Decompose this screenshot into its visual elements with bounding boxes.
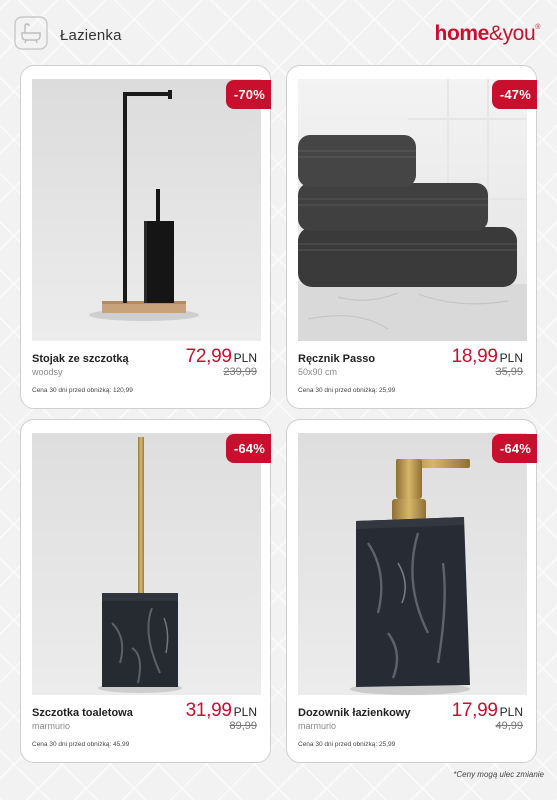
lowest-price-note: Cena 30 dni przed obniżką: 25,99 [298, 387, 396, 394]
page-title: Łazienka [60, 27, 122, 44]
discount-badge: -64% [225, 434, 271, 463]
product-price: 72,99 PLN [186, 346, 257, 368]
product-variant: marmurio [298, 721, 337, 731]
product-image[interactable] [32, 433, 261, 695]
lowest-price-note: Cena 30 dni przed obniżką: 45,99 [32, 741, 130, 748]
product-variant: woodsy [32, 367, 63, 377]
price-current: 72,99 [185, 346, 232, 367]
lowest-price-note: Cena 30 dni przed obniżką: 120,99 [32, 387, 133, 394]
price-old: 35,99 [495, 366, 523, 378]
brand-logo-home: home [434, 22, 490, 45]
product-variant: 50x90 cm [298, 367, 338, 377]
product-name[interactable]: Stojak ze szczotką [32, 353, 129, 365]
page-header: Łazienka home&you® [0, 0, 557, 64]
price-currency: PLN [233, 705, 257, 719]
price-disclaimer: *Ceny mogą ulec zmianie [453, 770, 544, 779]
price-current: 17,99 [451, 700, 498, 721]
price-old: 49,99 [495, 720, 523, 732]
price-current: 18,99 [451, 346, 498, 367]
product-image[interactable] [32, 79, 261, 341]
product-price: 17,99 PLN [452, 700, 523, 722]
product-name[interactable]: Ręcznik Passo [298, 353, 375, 365]
product-card[interactable]: -64% Dozownik łazienkowy marmurio 17,99 P… [286, 419, 537, 763]
bathtub-icon [14, 16, 48, 50]
brand-logo-mark: ® [535, 24, 540, 31]
product-price: 18,99 PLN [452, 346, 523, 368]
brand-logo-you: &you [488, 22, 536, 45]
product-card[interactable]: -70% Stojak ze szczotką woodsy 72,99 PLN … [20, 65, 271, 409]
brand-logo[interactable]: home&you® [434, 22, 541, 46]
discount-badge: -70% [225, 80, 271, 109]
product-image[interactable] [298, 79, 527, 341]
price-currency: PLN [233, 351, 257, 365]
product-card[interactable]: -64% Szczotka toaletowa marmurio 31,99 PL… [20, 419, 271, 763]
product-price: 31,99 PLN [186, 700, 257, 722]
product-name[interactable]: Dozownik łazienkowy [298, 707, 410, 719]
product-variant: marmurio [32, 721, 71, 731]
discount-badge: -47% [491, 80, 537, 109]
lowest-price-note: Cena 30 dni przed obniżką: 25,99 [298, 741, 396, 748]
price-currency: PLN [499, 705, 523, 719]
product-image[interactable] [298, 433, 527, 695]
discount-badge: -64% [491, 434, 537, 463]
product-name[interactable]: Szczotka toaletowa [32, 707, 133, 719]
product-card[interactable]: -47% Ręcznik Passo 50x90 cm 18,99 PLN 35,… [286, 65, 537, 409]
price-current: 31,99 [185, 700, 232, 721]
price-old: 89,99 [229, 720, 257, 732]
price-old: 239,99 [223, 366, 257, 378]
price-currency: PLN [499, 351, 523, 365]
